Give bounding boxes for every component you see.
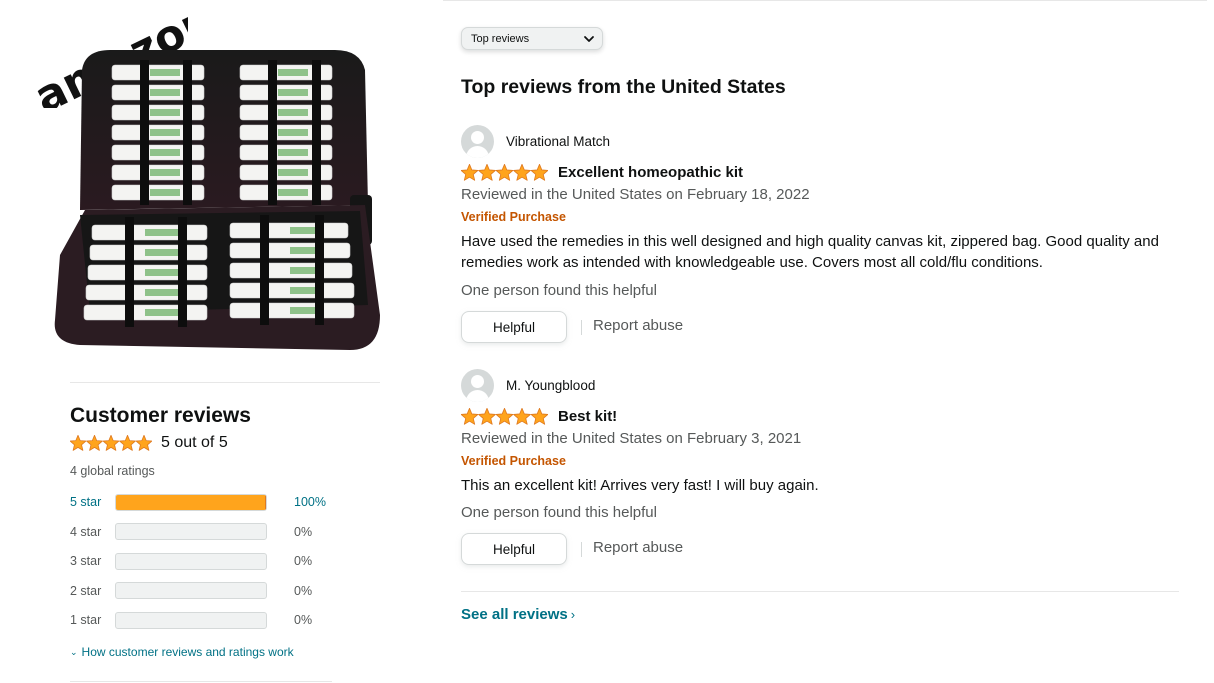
histogram-label: 4 star	[70, 524, 102, 539]
chevron-right-icon: ›	[570, 607, 576, 622]
user-avatar-icon	[461, 125, 494, 158]
chevron-down-icon: ⌄	[70, 646, 78, 657]
histogram-bar	[115, 582, 267, 599]
star-icon	[119, 435, 136, 451]
sort-selected-value: Top reviews	[471, 32, 530, 45]
histogram-row-4: 4 star 0%	[70, 522, 330, 542]
histogram-percent: 0%	[294, 554, 313, 568]
star-icon	[530, 164, 548, 181]
star-icon	[478, 164, 496, 181]
helpful-count: One person found this helpful	[461, 504, 657, 521]
review-body: Have used the remedies in this well desi…	[461, 233, 1159, 271]
star-icon	[70, 435, 87, 451]
overall-rating-text: 5 out of 5	[161, 434, 228, 451]
star-icon	[102, 435, 120, 451]
star-icon	[495, 164, 514, 181]
review-title-row: Best kit!	[461, 408, 617, 425]
star-icon	[530, 408, 548, 425]
review-title[interactable]: Best kit!	[558, 408, 617, 425]
review-date: Reviewed in the United States on Februar…	[461, 186, 810, 203]
histogram-bar	[115, 611, 267, 629]
helpful-button[interactable]: Helpful	[461, 311, 567, 343]
see-all-reviews-link[interactable]: See all reviews ›	[461, 606, 575, 623]
review-body: This an excellent kit! Arrives very fast…	[461, 477, 819, 494]
star-icon	[513, 408, 531, 425]
sort-dropdown[interactable]: Top reviews	[461, 27, 603, 50]
star-icon	[461, 164, 479, 181]
how-reviews-work-label[interactable]: How customer reviews and ratings work	[82, 645, 294, 659]
divider	[443, 0, 1207, 1]
histogram-label[interactable]: 5 star	[70, 495, 115, 509]
user-avatar-icon	[461, 369, 494, 402]
helpful-button[interactable]: Helpful	[461, 533, 567, 565]
verified-purchase-badge: Verified Purchase	[461, 454, 566, 468]
review-title-row: Excellent homeopathic kit	[461, 164, 743, 181]
overall-rating: 5 out of 5	[70, 434, 228, 452]
review-header: M. Youngblood	[461, 369, 595, 402]
histogram-bar	[115, 552, 267, 570]
histogram-bar	[115, 523, 267, 540]
report-abuse-link[interactable]: Report abuse	[593, 317, 683, 334]
report-abuse-link[interactable]: Report abuse	[593, 539, 683, 556]
left-column: amazon	[0, 0, 445, 683]
customer-reviews-title: Customer reviews	[70, 404, 251, 427]
section-title: Top reviews from the United States	[461, 76, 786, 98]
divider	[70, 382, 380, 383]
reviewer-name[interactable]: M. Youngblood	[506, 378, 595, 393]
star-icon	[495, 408, 514, 425]
review-stars[interactable]	[461, 164, 548, 181]
divider	[581, 542, 582, 557]
histogram-label: 3 star	[70, 554, 102, 568]
review-stars[interactable]	[461, 408, 548, 425]
reviewer-name[interactable]: Vibrational Match	[506, 134, 610, 149]
histogram-row-2: 2 star 0%	[70, 581, 330, 601]
star-icon	[513, 164, 531, 181]
product-image	[54, 50, 380, 350]
divider	[70, 681, 332, 682]
star-icon	[461, 408, 479, 425]
helpful-count: One person found this helpful	[461, 282, 657, 299]
histogram-percent: 0%	[294, 613, 313, 627]
histogram-label: 2 star	[70, 583, 102, 598]
histogram-fill	[116, 494, 266, 510]
verified-purchase-badge: Verified Purchase	[461, 210, 566, 224]
how-reviews-work-link[interactable]: ⌄ How customer reviews and ratings work	[70, 645, 294, 659]
review-title[interactable]: Excellent homeopathic kit	[558, 164, 743, 181]
divider	[461, 591, 1179, 592]
histogram-percent[interactable]: 100%	[294, 495, 326, 509]
see-all-reviews-label[interactable]: See all reviews	[461, 606, 568, 623]
histogram-row-3: 3 star 0%	[70, 551, 330, 571]
histogram-label: 1 star	[70, 613, 102, 627]
review-date: Reviewed in the United States on Februar…	[461, 430, 802, 447]
star-icon	[135, 435, 152, 451]
divider	[581, 320, 582, 335]
histogram-row-5[interactable]: 5 star 100%	[70, 492, 330, 512]
chevron-down-icon	[584, 36, 594, 42]
histogram-percent: 0%	[294, 583, 313, 598]
review-header: Vibrational Match	[461, 125, 610, 158]
global-ratings-count: 4 global ratings	[70, 464, 155, 478]
star-icon	[86, 435, 103, 451]
histogram-percent: 0%	[294, 524, 313, 539]
histogram-bar[interactable]	[115, 493, 267, 511]
histogram-row-1: 1 star 0%	[70, 610, 330, 630]
star-icon	[478, 408, 496, 425]
overall-stars	[70, 435, 152, 451]
